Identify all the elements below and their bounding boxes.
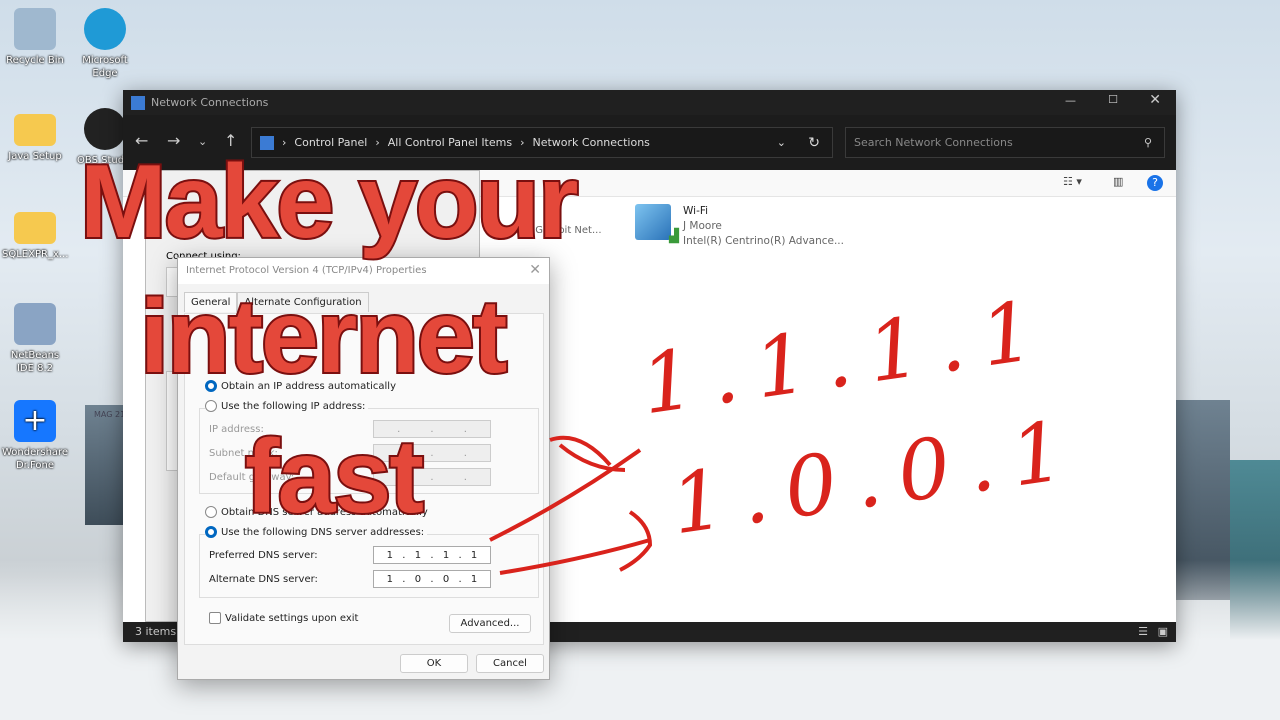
handwritten-arrows — [489, 435, 653, 575]
arrow-stroke — [489, 435, 642, 542]
